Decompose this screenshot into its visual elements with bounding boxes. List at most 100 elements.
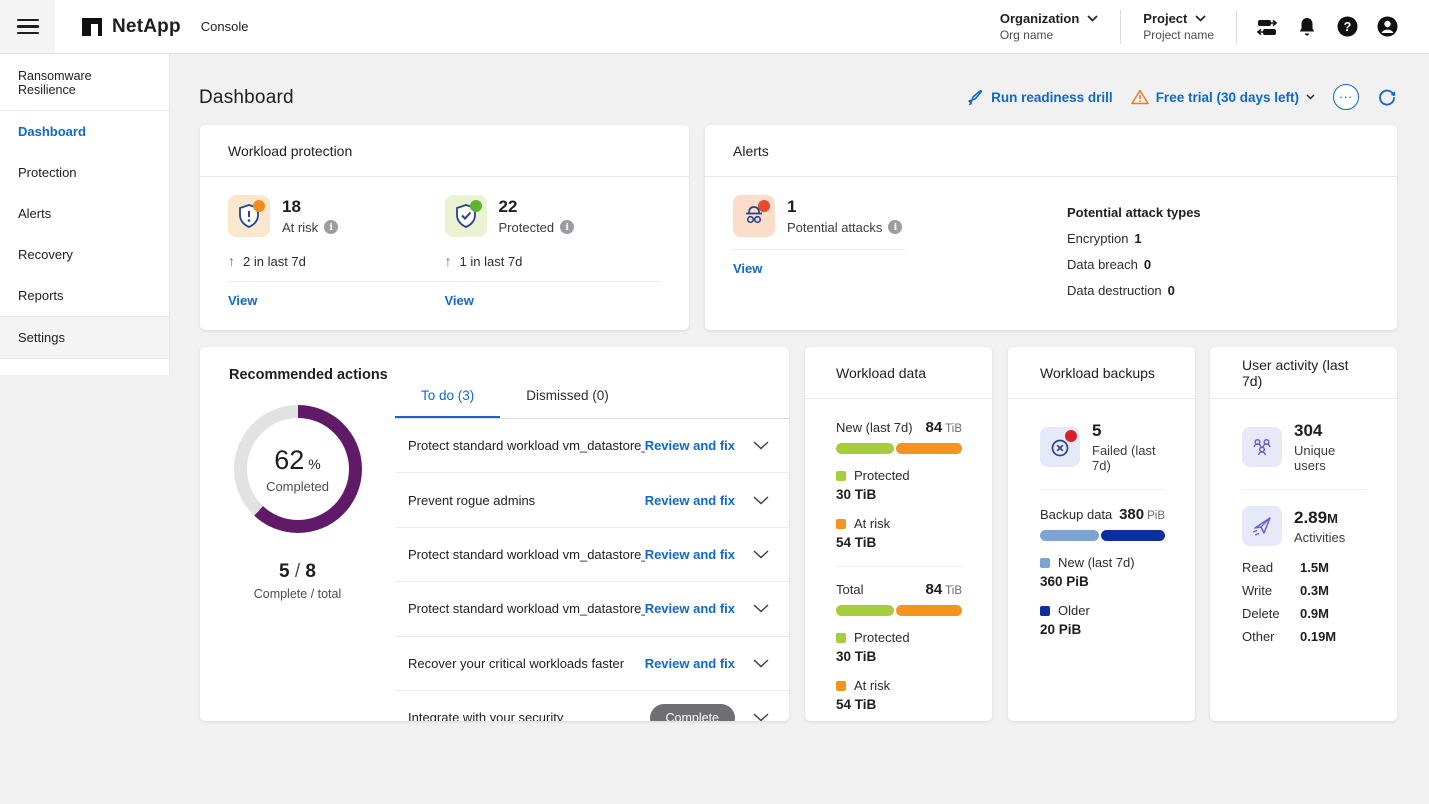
failed-badge: [1065, 430, 1077, 442]
expand-row-button[interactable]: [749, 546, 773, 563]
protected-tile: [445, 195, 487, 237]
chevron-down-icon: [753, 550, 769, 559]
refresh-icon: [1377, 87, 1397, 107]
legend-protected: Protected: [836, 468, 962, 483]
older-backup-bar-segment: [1101, 530, 1165, 541]
orange-swatch: [836, 519, 846, 529]
notifications-button[interactable]: [1287, 7, 1327, 47]
breakdown-row: Delete0.9M: [1242, 606, 1367, 621]
legend-new: New (last 7d): [1040, 555, 1165, 570]
divider: [1242, 489, 1367, 490]
sidebar-item-alerts[interactable]: Alerts: [0, 193, 169, 234]
hamburger-menu-button[interactable]: [0, 0, 55, 53]
trend-up-icon: ↑: [445, 253, 452, 269]
tab-dismissed[interactable]: Dismissed (0): [500, 375, 635, 418]
sidebar-item-recovery[interactable]: Recovery: [0, 234, 169, 275]
actions-list: Protect standard workload vm_datastore_u…: [395, 419, 789, 721]
protected-view-link[interactable]: View: [445, 293, 474, 308]
info-icon[interactable]: i: [324, 220, 338, 234]
at-risk-view-link[interactable]: View: [228, 293, 257, 308]
svg-text:?: ?: [1343, 20, 1351, 34]
new-backup-bar-segment: [1040, 530, 1099, 541]
tab-todo[interactable]: To do (3): [395, 375, 500, 418]
page-title: Dashboard: [199, 87, 294, 109]
workload-backups-title: Workload backups: [1008, 347, 1195, 399]
alerts-view-link[interactable]: View: [733, 261, 762, 276]
review-and-fix-link[interactable]: Review and fix: [645, 438, 735, 453]
info-icon[interactable]: i: [560, 220, 574, 234]
info-icon[interactable]: i: [888, 220, 902, 234]
review-and-fix-link[interactable]: Review and fix: [645, 493, 735, 508]
completion-summary: 62 % Completed 5 / 8 Complete / total: [200, 395, 395, 601]
chevron-down-icon: [753, 441, 769, 450]
protected-value: 22: [499, 197, 575, 217]
chevron-down-icon: [753, 604, 769, 613]
workload-protection-card: Workload protection 18: [200, 125, 689, 330]
help-icon: ?: [1336, 15, 1359, 38]
users-group-icon: [1250, 435, 1274, 459]
refresh-button[interactable]: [1377, 87, 1397, 107]
protected-badge: [470, 200, 482, 212]
at-risk-bar-segment: [896, 605, 962, 616]
at-risk-amount: 54 TiB: [836, 697, 962, 712]
review-and-fix-link[interactable]: Review and fix: [645, 547, 735, 562]
rocket-icon: [967, 89, 984, 106]
workload-protection-title: Workload protection: [200, 125, 689, 177]
recommended-actions-card: Recommended actions 62 % Completed 5 / 8…: [200, 347, 789, 721]
trend-up-icon: ↑: [228, 253, 235, 269]
unique-users-label: Unique users: [1294, 443, 1367, 473]
console-label: Console: [201, 19, 249, 34]
recommended-actions-title: Recommended actions: [229, 367, 388, 383]
project-selector[interactable]: Project Project name: [1131, 11, 1226, 42]
protected-bar-segment: [836, 605, 894, 616]
workload-data-title: Workload data: [805, 347, 992, 399]
complete-button[interactable]: Complete: [650, 704, 736, 721]
account-button[interactable]: [1367, 7, 1407, 47]
total-data-heading: Total 84TiB: [836, 581, 962, 598]
more-options-button[interactable]: ...: [1333, 84, 1359, 110]
completion-caption: Completed: [266, 479, 329, 494]
expand-row-button[interactable]: [749, 492, 773, 509]
expand-row-button[interactable]: [749, 600, 773, 617]
backup-data-bar: [1040, 530, 1165, 541]
expand-row-button[interactable]: [749, 655, 773, 672]
activities-tile: [1242, 506, 1282, 546]
review-and-fix-link[interactable]: Review and fix: [645, 601, 735, 616]
expand-row-button[interactable]: [749, 709, 773, 721]
potential-attacks-label: Potential attacks: [787, 220, 882, 235]
run-readiness-drill-button[interactable]: Run readiness drill: [967, 89, 1113, 106]
percent-sign: %: [308, 456, 320, 472]
older-amount: 20 PiB: [1040, 622, 1165, 637]
chevron-down-icon: [1087, 15, 1098, 22]
action-row: Protect standard workload vm_datastore_u…: [395, 582, 789, 636]
sidebar-item-protection[interactable]: Protection: [0, 152, 169, 193]
workspace-switcher-button[interactable]: [1247, 7, 1287, 47]
at-risk-badge: [253, 200, 265, 212]
organization-selector[interactable]: Organization Org name: [988, 11, 1110, 42]
potential-attacks-badge: [758, 200, 770, 212]
free-trial-dropdown[interactable]: Free trial (30 days left): [1131, 89, 1315, 105]
review-and-fix-link[interactable]: Review and fix: [645, 656, 735, 671]
backup-data-heading: Backup data 380PiB: [1040, 506, 1165, 523]
send-plane-icon: [1250, 514, 1274, 538]
potential-attacks-block: 1 Potential attacks i View: [733, 195, 905, 278]
divider: [733, 249, 905, 250]
unique-users-count: 304: [1294, 421, 1367, 441]
connector-icon: [1255, 16, 1279, 38]
sidebar-item-settings[interactable]: Settings: [0, 316, 169, 359]
hamburger-icon: [17, 19, 39, 22]
sidebar-item-dashboard[interactable]: Dashboard: [0, 111, 169, 152]
organization-value: Org name: [1000, 28, 1098, 42]
chevron-down-icon: [753, 713, 769, 721]
help-button[interactable]: ?: [1327, 7, 1367, 47]
at-risk-tile: [228, 195, 270, 237]
organization-label: Organization: [1000, 11, 1079, 26]
at-risk-block: 18 At risk i ↑ 2 in last 7d View: [228, 195, 445, 310]
sidebar-item-reports[interactable]: Reports: [0, 275, 169, 316]
expand-row-button[interactable]: [749, 437, 773, 454]
user-activity-title: User activity (last 7d): [1210, 347, 1397, 399]
at-risk-bar-segment: [896, 443, 962, 454]
actions-list-panel: To do (3) Dismissed (0) Protect standard…: [395, 375, 789, 721]
workload-data-card: Workload data New (last 7d) 84TiB Protec…: [805, 347, 992, 721]
new-amount: 360 PiB: [1040, 574, 1165, 589]
